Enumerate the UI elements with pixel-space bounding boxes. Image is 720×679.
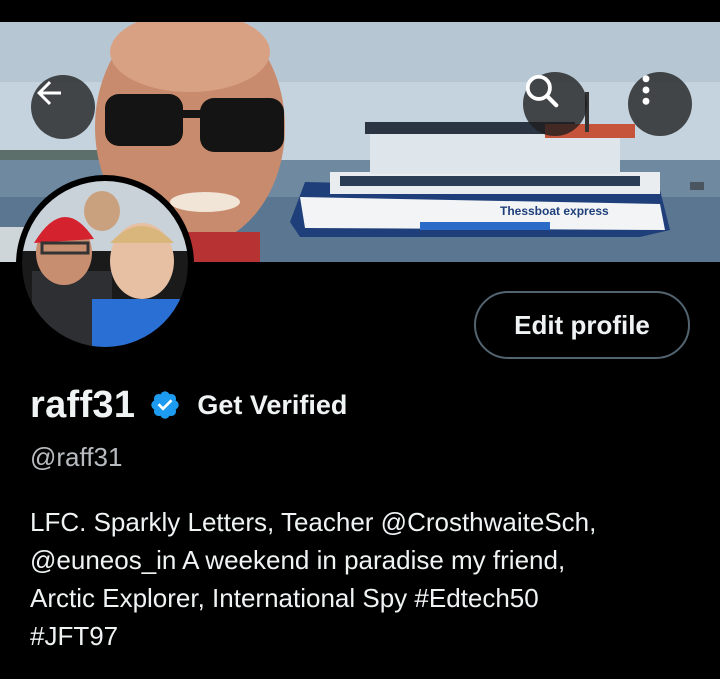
bio-line: @euneos_in A weekend in paradise my frie… bbox=[30, 545, 566, 575]
bio-line: Arctic Explorer, International Spy #Edte… bbox=[30, 583, 539, 613]
profile-avatar[interactable] bbox=[22, 181, 188, 347]
back-button[interactable] bbox=[31, 75, 95, 139]
username-handle: @raff31 bbox=[30, 442, 123, 472]
status-bar-area bbox=[0, 0, 720, 22]
profile-name-row: raff31 Get Verified bbox=[30, 383, 347, 427]
avatar-photo bbox=[22, 181, 188, 347]
more-vertical-icon bbox=[642, 75, 650, 105]
search-icon bbox=[525, 74, 559, 108]
get-verified-link[interactable]: Get Verified bbox=[197, 390, 347, 421]
display-name: raff31 bbox=[30, 383, 136, 426]
edit-profile-button[interactable]: Edit profile bbox=[474, 291, 690, 359]
bio-line: #JFT97 bbox=[30, 621, 119, 651]
boat-name-text: Thessboat express bbox=[500, 204, 609, 218]
profile-bio: LFC. Sparkly Letters, Teacher @Crosthwai… bbox=[30, 503, 710, 655]
bio-line: LFC. Sparkly Letters, Teacher @Crosthwai… bbox=[30, 507, 597, 537]
arrow-left-icon bbox=[37, 81, 61, 105]
verified-badge-icon[interactable] bbox=[149, 389, 181, 421]
more-options-button[interactable] bbox=[628, 72, 692, 136]
search-button[interactable] bbox=[523, 72, 587, 136]
